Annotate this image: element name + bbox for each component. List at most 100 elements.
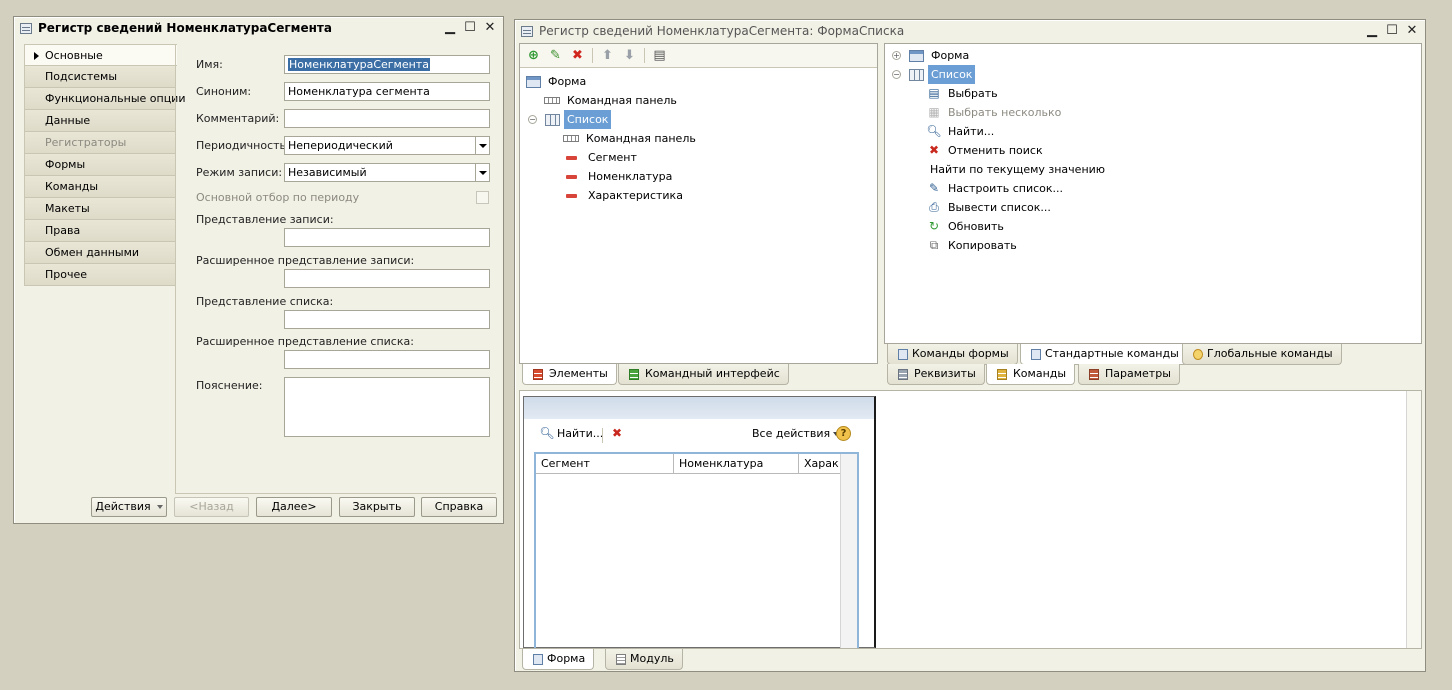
write-mode-select[interactable]: Независимый — [284, 163, 490, 182]
cancel-search-button[interactable]: ✖ — [610, 424, 624, 443]
form-icon — [909, 49, 924, 62]
maximize-icon[interactable]: ☐ — [1383, 22, 1401, 39]
help-button[interactable]: Справка — [421, 497, 497, 517]
tree-item-form[interactable]: + Форма — [892, 46, 972, 65]
attributes-icon — [898, 369, 908, 380]
field-icon — [566, 155, 577, 160]
tree-item-list-command-bar[interactable]: Командная панель — [563, 129, 699, 148]
tree-item-command-bar[interactable]: Командная панель — [544, 91, 680, 110]
write-mode-label: Режим записи: — [196, 166, 283, 179]
ext-record-repr-label: Расширенное представление записи: — [196, 254, 415, 267]
command-item[interactable]: ⧉ Копировать — [927, 236, 1020, 255]
comment-field[interactable] — [284, 109, 490, 128]
tab-attributes[interactable]: Реквизиты — [887, 364, 985, 385]
tree-item-field[interactable]: Номенклатура — [566, 167, 675, 186]
register-icon — [20, 22, 32, 34]
toolbar-separator — [644, 48, 645, 63]
maximize-icon[interactable]: ☐ — [461, 19, 479, 36]
tree-item-list[interactable]: − Список — [892, 65, 976, 84]
nav-item-data[interactable]: Данные — [24, 110, 176, 132]
chevron-down-icon[interactable] — [475, 164, 489, 181]
actions-button[interactable]: Действия — [91, 497, 167, 517]
global-icon — [1193, 349, 1203, 360]
command-item[interactable]: ✎ Настроить список... — [927, 179, 1066, 198]
column-header[interactable]: Характ — [799, 454, 839, 473]
explanation-field[interactable] — [284, 377, 490, 437]
find-button[interactable]: 🔍︎ Найти... — [539, 424, 606, 443]
move-down-icon[interactable]: ⬇ — [622, 48, 637, 63]
nav-item-subsystems[interactable]: Подсистемы — [24, 66, 176, 88]
synonym-field[interactable]: Номенклатура сегмента — [284, 82, 490, 101]
move-up-icon[interactable]: ⬆ — [600, 48, 615, 63]
chevron-down-icon[interactable] — [475, 137, 489, 154]
tab-global-commands[interactable]: Глобальные команды — [1182, 344, 1342, 365]
nav-item-other[interactable]: Прочее — [24, 264, 176, 286]
list-repr-field[interactable] — [284, 310, 490, 329]
nav-item-forms[interactable]: Формы — [24, 154, 176, 176]
list-table[interactable]: Сегмент Номенклатура Характ — [534, 452, 859, 648]
tree-item-list[interactable]: − Список — [528, 110, 612, 129]
name-field[interactable]: НоменклатураСегмента — [284, 55, 490, 74]
close-icon[interactable]: ✕ — [481, 19, 499, 36]
nav-item-rights[interactable]: Права — [24, 220, 176, 242]
column-header[interactable]: Сегмент — [536, 454, 674, 473]
all-actions-button[interactable]: Все действия — [749, 424, 840, 443]
command-item[interactable]: ▦ Выбрать несколько — [927, 103, 1064, 122]
edit-icon[interactable]: ✎ — [548, 48, 563, 63]
periodicity-select[interactable]: Непериодический — [284, 136, 490, 155]
tree-item-field[interactable]: Сегмент — [566, 148, 640, 167]
nav-item-commands[interactable]: Команды — [24, 176, 176, 198]
nav-item-templates[interactable]: Макеты — [24, 198, 176, 220]
minimize-icon[interactable]: ▁ — [1363, 22, 1381, 39]
table-scrollbar[interactable] — [840, 454, 857, 648]
add-icon[interactable]: ⊕ — [526, 48, 541, 63]
command-item[interactable]: ✖ Отменить поиск — [927, 141, 1046, 160]
section-nav: Основные Подсистемы Функциональные опции… — [24, 44, 185, 286]
tab-standard-commands[interactable]: Стандартные команды — [1020, 344, 1188, 365]
commands-pane: + Форма − Список ▤ Выбрать ▦ Выбрать несколь… — [884, 43, 1422, 344]
help-icon: ? — [836, 426, 851, 441]
cancel-search-icon: ✖ — [611, 426, 623, 440]
collapse-icon[interactable]: − — [892, 70, 901, 79]
tab-parameters[interactable]: Параметры — [1078, 364, 1180, 385]
form-preview: 🔍︎ Найти... ✖ Все действия ? Сегмент Номе… — [523, 396, 876, 648]
command-item[interactable]: ↻ Обновить — [927, 217, 1007, 236]
delete-icon[interactable]: ✖ — [570, 48, 585, 63]
command-item[interactable]: 🔍︎ Найти... — [926, 122, 997, 141]
tab-form-commands[interactable]: Команды формы — [887, 344, 1018, 365]
close-button[interactable]: Закрыть — [339, 497, 415, 517]
ext-list-repr-field[interactable] — [284, 350, 490, 369]
elements-icon — [533, 369, 543, 380]
command-item[interactable]: ⎙ Вывести список... — [927, 198, 1054, 217]
preview-scrollbar[interactable] — [1406, 391, 1421, 648]
nav-item-functional-options[interactable]: Функциональные опции — [24, 88, 185, 110]
column-header[interactable]: Номенклатура — [674, 454, 799, 473]
next-button[interactable]: Далее> — [256, 497, 332, 517]
nav-item-registrators: Регистраторы — [24, 132, 176, 154]
tab-commands[interactable]: Команды — [986, 364, 1076, 385]
nav-item-main[interactable]: Основные — [24, 44, 177, 66]
minimize-icon[interactable]: ▁ — [441, 19, 459, 36]
window-titlebar[interactable]: Регистр сведений НоменклатураСегмента ▁ … — [14, 17, 503, 39]
window-titlebar[interactable]: Регистр сведений НоменклатураСегмента: Ф… — [515, 20, 1425, 42]
select-multiple-icon: ▦ — [928, 105, 940, 119]
tab-command-interface[interactable]: Командный интерфейс — [618, 364, 789, 385]
expand-icon[interactable]: + — [892, 51, 901, 60]
window-title: Регистр сведений НоменклатураСегмента: Ф… — [539, 24, 905, 38]
close-icon[interactable]: ✕ — [1403, 22, 1421, 39]
tree-item-field[interactable]: Характеристика — [566, 186, 686, 205]
tab-elements[interactable]: Элементы — [522, 364, 617, 385]
table-header: Сегмент Номенклатура Характ — [536, 454, 857, 474]
tab-module[interactable]: Модуль — [605, 649, 683, 670]
properties-icon[interactable]: ▤ — [652, 48, 667, 63]
tree-item-form[interactable]: Форма — [526, 72, 589, 91]
nav-item-data-exchange[interactable]: Обмен данными — [24, 242, 176, 264]
collapse-icon[interactable]: − — [528, 115, 537, 124]
command-item[interactable]: ▤ Выбрать — [927, 84, 1001, 103]
command-bar-icon — [563, 135, 579, 142]
help-button[interactable]: ? — [836, 424, 851, 443]
tab-form[interactable]: Форма — [522, 649, 595, 670]
ext-record-repr-field[interactable] — [284, 269, 490, 288]
record-repr-field[interactable] — [284, 228, 490, 247]
command-item[interactable]: Найти по текущему значению — [927, 160, 1108, 179]
